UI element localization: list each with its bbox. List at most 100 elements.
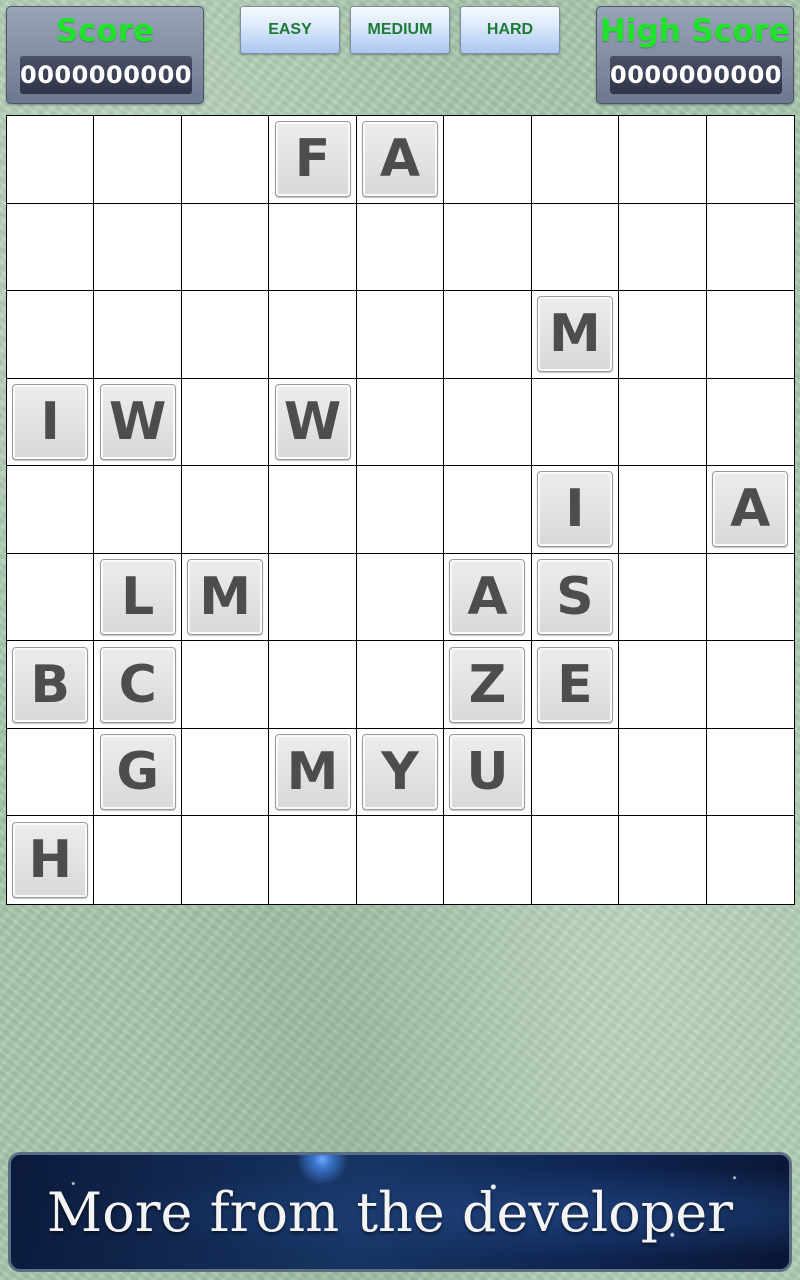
board-cell[interactable] (706, 379, 794, 467)
board-cell[interactable] (356, 203, 445, 292)
board-cell[interactable] (181, 466, 270, 554)
letter-tile[interactable]: A (449, 559, 526, 636)
board-cell[interactable]: G (94, 728, 182, 817)
board-cell[interactable]: M (269, 728, 357, 817)
hard-button[interactable]: HARD (460, 6, 560, 54)
board-cell[interactable] (7, 203, 95, 292)
board-cell[interactable] (531, 378, 620, 467)
board-cell[interactable]: H (7, 816, 95, 904)
board-cell[interactable]: A (356, 116, 445, 204)
board-cell[interactable] (619, 378, 707, 467)
board-cell[interactable] (94, 816, 182, 904)
letter-tile[interactable]: I (536, 471, 613, 548)
board-cell[interactable]: W (269, 378, 357, 467)
letter-tile[interactable]: W (99, 383, 176, 460)
board-cell[interactable]: U (444, 728, 532, 817)
letter-tile[interactable]: G (99, 734, 176, 811)
board-cell[interactable] (444, 466, 532, 554)
board-cell[interactable] (444, 291, 532, 379)
board-cell[interactable]: M (181, 553, 270, 642)
board-cell[interactable] (181, 116, 270, 204)
board-cell[interactable] (356, 553, 445, 642)
board-cell[interactable] (269, 203, 357, 292)
board-cell[interactable] (182, 816, 270, 904)
board-cell[interactable] (619, 728, 707, 817)
letter-tile[interactable]: W (274, 383, 351, 460)
board-cell[interactable]: A (444, 553, 532, 642)
board-cell[interactable] (706, 291, 794, 379)
board-cell[interactable] (356, 291, 445, 379)
letter-tile[interactable]: B (12, 646, 89, 723)
letter-tile[interactable]: S (536, 559, 613, 636)
board-cell[interactable]: Z (444, 641, 532, 729)
board-cell[interactable] (94, 466, 182, 554)
board-cell[interactable] (356, 641, 445, 729)
board-cell[interactable] (181, 203, 270, 292)
board-cell[interactable] (444, 203, 532, 292)
letter-tile[interactable]: F (274, 121, 351, 198)
board-cell[interactable] (706, 729, 794, 817)
letter-tile[interactable]: A (361, 121, 438, 198)
board-cell[interactable] (94, 291, 182, 379)
more-from-developer-banner[interactable]: More from the developer (8, 1152, 792, 1272)
board-cell[interactable] (531, 116, 620, 204)
board-cell[interactable] (269, 816, 357, 904)
board-cell[interactable]: L (94, 553, 182, 642)
board-cell[interactable]: M (531, 291, 620, 379)
board-cell[interactable] (706, 641, 794, 729)
board-cell[interactable]: S (531, 553, 620, 642)
board-cell[interactable] (531, 203, 620, 292)
board-cell[interactable] (181, 291, 270, 379)
board-cell[interactable] (357, 816, 445, 904)
board-cell[interactable] (94, 203, 182, 292)
board-cell[interactable] (181, 641, 270, 729)
board-cell[interactable] (707, 816, 794, 904)
board-cell[interactable] (444, 378, 532, 467)
board-cell[interactable] (619, 466, 707, 554)
board-cell[interactable]: Y (356, 728, 445, 817)
board-cell[interactable] (706, 204, 794, 292)
board-cell[interactable] (94, 116, 182, 204)
letter-tile[interactable]: M (274, 734, 351, 811)
letter-tile[interactable]: C (99, 646, 176, 723)
board-cell[interactable]: F (269, 116, 357, 204)
board-cell[interactable] (356, 466, 445, 554)
board-cell[interactable] (269, 553, 357, 642)
board-cell[interactable] (356, 378, 445, 467)
letter-tile[interactable]: H (12, 822, 89, 899)
board-cell[interactable]: I (531, 466, 620, 554)
board-cell[interactable] (181, 378, 270, 467)
board-cell[interactable]: B (7, 641, 95, 729)
board-cell[interactable]: I (7, 378, 95, 467)
board-cell[interactable] (532, 816, 620, 904)
board-cell[interactable] (706, 116, 794, 204)
board-cell[interactable] (619, 816, 707, 904)
letter-tile[interactable]: M (536, 296, 613, 373)
letter-tile[interactable]: E (536, 646, 613, 723)
board-cell[interactable]: A (706, 466, 794, 554)
letter-tile[interactable]: Z (449, 646, 526, 723)
medium-button[interactable]: MEDIUM (350, 6, 450, 54)
board-cell[interactable] (269, 466, 357, 554)
letter-tile[interactable]: M (187, 559, 264, 636)
board-cell[interactable] (269, 641, 357, 729)
letter-tile[interactable]: U (449, 734, 526, 811)
board-cell[interactable] (619, 641, 707, 729)
board-cell[interactable] (269, 291, 357, 379)
board-cell[interactable]: E (531, 641, 620, 729)
board-cell[interactable] (619, 553, 707, 642)
board-cell[interactable] (531, 728, 620, 817)
board-cell[interactable] (619, 203, 707, 292)
board-cell[interactable] (619, 116, 707, 204)
board-cell[interactable]: C (94, 641, 182, 729)
letter-tile[interactable]: Y (361, 734, 438, 811)
board-cell[interactable] (706, 554, 794, 642)
board-cell[interactable]: W (94, 378, 182, 467)
board-cell[interactable] (7, 728, 95, 817)
letter-tile[interactable]: L (99, 559, 176, 636)
board-cell[interactable] (7, 291, 95, 379)
board-cell[interactable] (7, 116, 95, 204)
board-cell[interactable] (619, 291, 707, 379)
board-cell[interactable] (444, 816, 532, 904)
easy-button[interactable]: EASY (240, 6, 340, 54)
